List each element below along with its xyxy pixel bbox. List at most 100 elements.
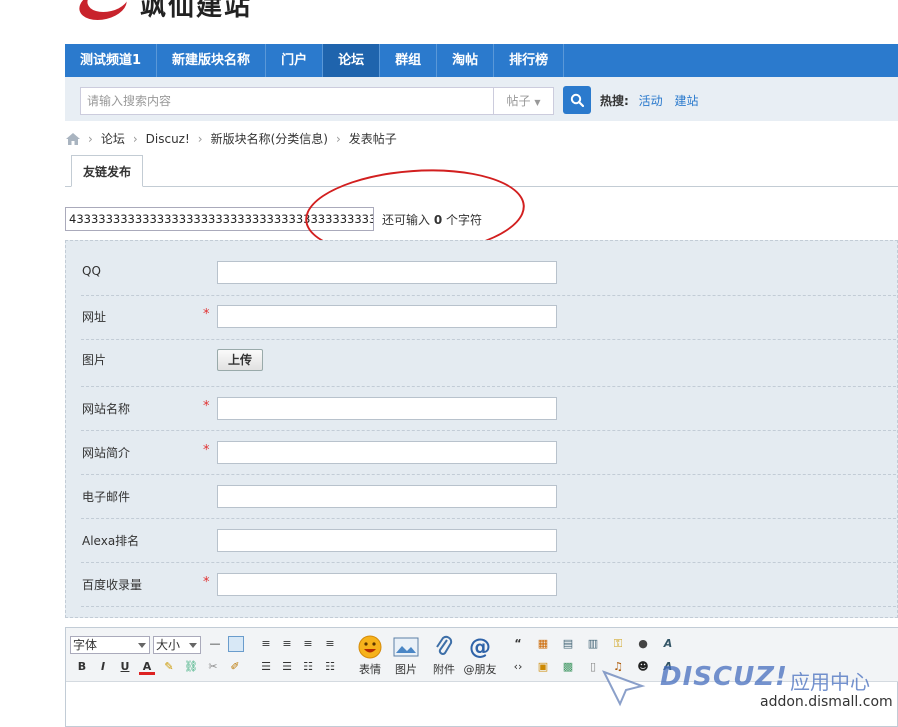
mention-label: @朋友 <box>463 663 497 676</box>
attachment-button[interactable]: 附件 <box>427 634 461 677</box>
page: 飒仙建站 测试频道1 新建版块名称 门户 论坛 群组 淘帖 排行榜 请输入搜索内… <box>0 0 898 727</box>
breadcrumb-discuz[interactable]: Discuz! <box>146 132 190 146</box>
background-music-icon[interactable]: ♫ <box>610 659 626 675</box>
unordered-list-icon[interactable]: ☷ <box>322 659 338 675</box>
alexa-field[interactable] <box>217 529 557 552</box>
lock-icon[interactable]: ▣ <box>535 659 551 675</box>
mention-button[interactable]: @ @朋友 <box>463 634 497 677</box>
image-label: 图片 <box>395 663 417 676</box>
ordered-list-icon[interactable]: ☷ <box>300 659 316 675</box>
hot-search: 热搜: 活动 建站 <box>600 92 707 109</box>
form-row-alexa: Alexa排名 <box>81 519 896 563</box>
password-icon[interactable]: ⚿ <box>610 636 626 652</box>
post-image-icon[interactable]: ▩ <box>560 659 576 675</box>
size-select-label: 大小 <box>156 638 181 652</box>
field-label-site-name: 网站名称 <box>82 402 131 416</box>
title-char-counter: 还可输入 0 个字符 <box>382 211 482 228</box>
nav-item-test-channel[interactable]: 测试频道1 <box>65 44 158 77</box>
highlight-icon[interactable]: ✎ <box>161 659 177 675</box>
background-color-icon[interactable] <box>228 636 244 652</box>
align-right-icon[interactable]: ≡ <box>300 636 316 652</box>
breadcrumb-board[interactable]: 新版块名称(分类信息) <box>211 130 328 147</box>
email-field[interactable] <box>217 485 557 508</box>
subscript-icon[interactable]: A <box>660 659 676 675</box>
code-icon[interactable]: ‹› <box>510 659 526 675</box>
post-type-tabs: 友链发布 <box>65 155 898 187</box>
form-row-qq: QQ <box>81 251 896 296</box>
columns-icon[interactable]: ▯ <box>585 659 601 675</box>
editor-toolbar: 字体 大小 — ≡ ≡ ≡ ≡ B I U A ✎ ⛓ ✂ ✐ ☰ ☰ ☷ ☷ <box>66 628 898 682</box>
field-label-url: 网址 <box>82 310 107 324</box>
site-desc-field[interactable] <box>217 441 557 464</box>
link-form: QQ 网址 * 图片 上传 网站名称 * 网站简介 * 电子邮件 Alexa排名… <box>65 240 898 618</box>
search-type-label: 帖子 <box>506 94 531 108</box>
hot-link-activity[interactable]: 活动 <box>639 94 663 108</box>
hot-search-label: 热搜: <box>600 94 629 108</box>
table-icon[interactable]: ▥ <box>585 636 601 652</box>
nav-item-forum[interactable]: 论坛 <box>323 44 381 77</box>
horizontal-rule-icon[interactable]: — <box>207 636 223 652</box>
font-select-label: 字体 <box>73 638 98 652</box>
unlink-icon[interactable]: ✂ <box>205 659 221 675</box>
field-label-alexa: Alexa排名 <box>82 534 140 548</box>
baidu-field[interactable] <box>217 573 557 596</box>
hide-content-icon[interactable]: ▦ <box>535 636 551 652</box>
attachment-label: 附件 <box>433 663 455 676</box>
align-center-icon[interactable]: ≡ <box>279 636 295 652</box>
field-label-email: 电子邮件 <box>82 490 131 504</box>
font-color-button[interactable]: A <box>139 659 155 675</box>
image-button[interactable]: 图片 <box>389 634 423 677</box>
clear-format-icon[interactable]: ✐ <box>227 659 243 675</box>
form-row-site-desc: 网站简介 * <box>81 431 896 475</box>
search-button[interactable] <box>563 86 591 114</box>
bold-button[interactable]: B <box>74 659 90 675</box>
breadcrumb-separator: › <box>88 131 93 146</box>
tab-link-publish[interactable]: 友链发布 <box>71 155 144 187</box>
free-content-icon[interactable]: ▤ <box>560 636 576 652</box>
nav-item-ranking[interactable]: 排行榜 <box>494 44 565 77</box>
home-icon[interactable] <box>66 132 80 145</box>
nav-item-new-board[interactable]: 新建版块名称 <box>157 44 267 77</box>
font-select[interactable]: 字体 <box>70 636 150 654</box>
field-label-site-desc: 网站简介 <box>82 446 131 460</box>
counter-prefix: 还可输入 <box>382 213 431 227</box>
breadcrumb: › 论坛 › Discuz! › 新版块名称(分类信息) › 发表帖子 <box>66 130 397 147</box>
superscript-icon[interactable]: A <box>660 636 676 652</box>
upload-button[interactable]: 上传 <box>217 349 263 371</box>
emoji-button[interactable]: 表情 <box>353 634 387 677</box>
nav-item-taotie[interactable]: 淘帖 <box>437 44 495 77</box>
site-logo[interactable]: 飒仙建站 <box>78 0 252 26</box>
form-row-email: 电子邮件 <box>81 475 896 519</box>
breadcrumb-forum[interactable]: 论坛 <box>101 130 125 147</box>
underline-button[interactable]: U <box>117 659 133 675</box>
site-name: 飒仙建站 <box>140 0 253 22</box>
counter-suffix: 个字符 <box>446 213 483 227</box>
nav-item-group[interactable]: 群组 <box>380 44 438 77</box>
link-icon[interactable]: ⛓ <box>183 659 199 675</box>
search-bar: 请输入搜索内容 帖子 ▼ 热搜: 活动 建站 <box>65 77 898 121</box>
size-select[interactable]: 大小 <box>153 636 201 654</box>
align-justify-icon[interactable]: ≡ <box>322 636 338 652</box>
italic-button[interactable]: I <box>95 659 111 675</box>
title-input[interactable]: 4333333333333333333333333333333333333333… <box>65 207 374 231</box>
search-input[interactable]: 请输入搜索内容 <box>80 87 494 115</box>
site-name-field[interactable] <box>217 397 557 420</box>
nav-item-portal[interactable]: 门户 <box>266 44 324 77</box>
url-field[interactable] <box>217 305 557 328</box>
chevron-down-icon <box>138 643 146 648</box>
image-icon <box>389 634 423 660</box>
breadcrumb-separator: › <box>132 131 138 146</box>
search-type-select[interactable]: 帖子 ▼ <box>494 87 554 115</box>
quote-icon[interactable]: “ <box>510 636 526 652</box>
outdent-icon[interactable]: ☰ <box>279 659 295 675</box>
post-editor: 字体 大小 — ≡ ≡ ≡ ≡ B I U A ✎ ⛓ ✂ ✐ ☰ ☰ ☷ ☷ <box>65 627 898 727</box>
indent-icon[interactable]: ☰ <box>258 659 274 675</box>
at-icon: @ <box>469 634 491 660</box>
editor-textarea[interactable] <box>66 683 897 726</box>
flash-icon[interactable]: ● <box>635 636 651 652</box>
qq-icon[interactable]: ☻ <box>635 659 651 675</box>
qq-field[interactable] <box>217 261 557 284</box>
breadcrumb-current: 发表帖子 <box>348 132 397 146</box>
hot-link-build-site[interactable]: 建站 <box>674 94 698 108</box>
align-left-icon[interactable]: ≡ <box>258 636 274 652</box>
